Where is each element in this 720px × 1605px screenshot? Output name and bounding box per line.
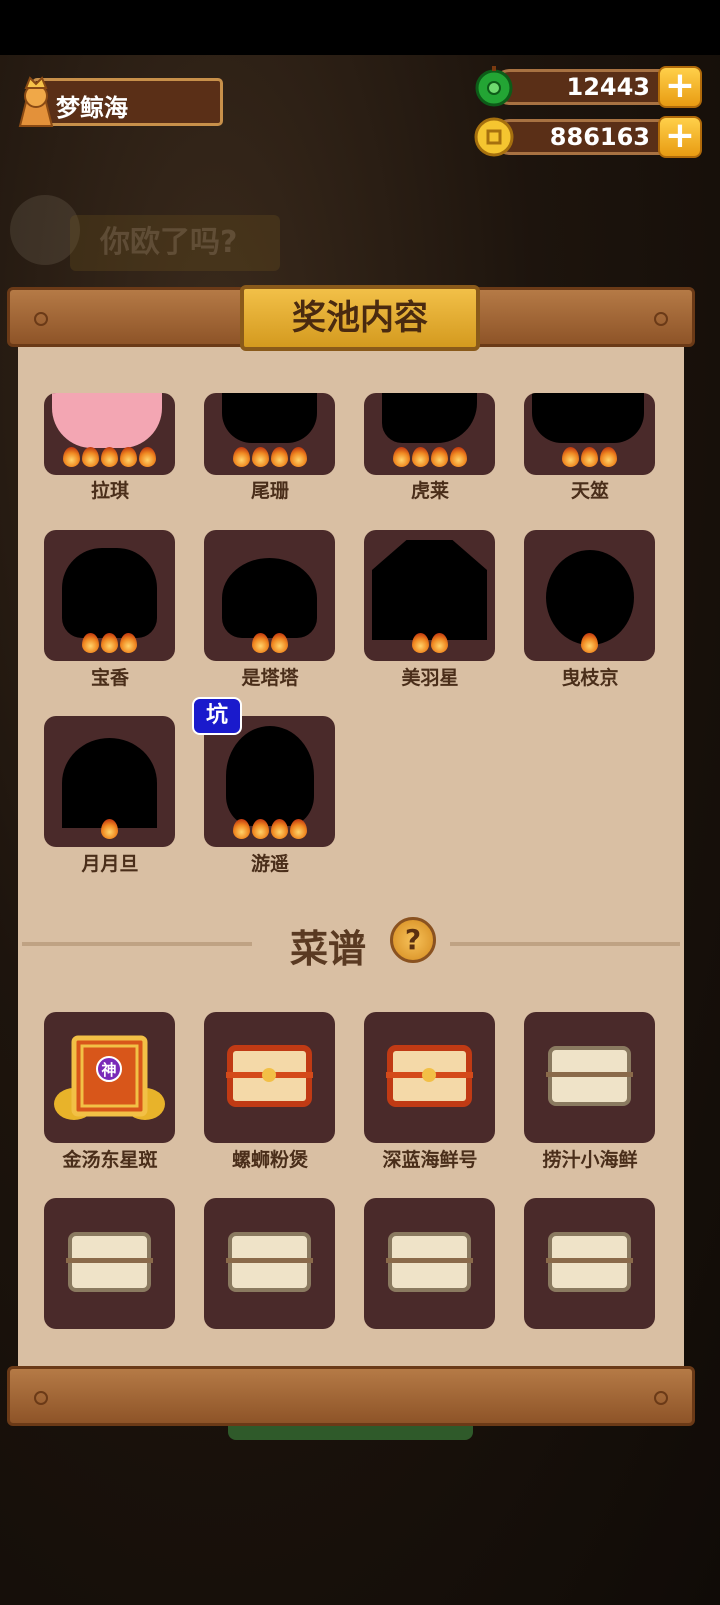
- recipe-name: 捞汁小海鲜: [542, 1149, 638, 1171]
- recipe-name: 金汤东星斑: [62, 1149, 158, 1171]
- character-name: 虎莱: [410, 480, 449, 502]
- coin-resource: 886163 +: [472, 116, 702, 158]
- divine-recipe-icon: 神: [54, 1035, 165, 1120]
- star-rating: [364, 447, 495, 471]
- character-name: 曳枝京: [561, 667, 619, 689]
- character-silhouette: [546, 550, 634, 645]
- plain-scroll-icon: [546, 1232, 633, 1292]
- character-card[interactable]: [364, 530, 495, 661]
- player-info[interactable]: 梦鲸海: [12, 76, 227, 130]
- star-rating: [524, 447, 655, 471]
- jade-amount: 12443: [566, 73, 651, 101]
- character-name: 是塔塔: [241, 667, 299, 689]
- character-silhouette: [62, 738, 157, 828]
- character-name: 游遥: [250, 853, 289, 875]
- recipe-card[interactable]: [524, 1012, 655, 1143]
- panel-bottom-frame: [7, 1366, 695, 1426]
- pit-tag: 坑: [192, 697, 242, 735]
- character-card[interactable]: [524, 530, 655, 661]
- nail-icon: [34, 312, 48, 326]
- red-scroll-icon: [226, 1045, 313, 1107]
- character-name: 宝香: [90, 667, 129, 689]
- nail-icon: [654, 312, 668, 326]
- jade-icon: [475, 66, 513, 107]
- plain-scroll-icon: [226, 1232, 313, 1292]
- prize-pool-panel[interactable]: 拉琪 尾珊 虎莱 天筮 宝香 是塔塔 美羽星 曳枝京 月月旦 游遥 坑 神 金汤…: [18, 345, 684, 1375]
- character-card[interactable]: [524, 393, 655, 475]
- character-silhouette: [372, 540, 487, 640]
- star-rating: [204, 819, 335, 843]
- section-divider-left: [22, 942, 252, 946]
- character-card[interactable]: [204, 530, 335, 661]
- character-card[interactable]: [44, 716, 175, 847]
- character-name: 美羽星: [401, 667, 459, 689]
- recipe-card[interactable]: [364, 1012, 495, 1143]
- recipes-title: 菜谱: [290, 927, 367, 971]
- character-silhouette: [222, 558, 317, 638]
- star-rating: [44, 633, 175, 657]
- star-rating: [204, 633, 335, 657]
- recipe-card[interactable]: [364, 1198, 495, 1329]
- recipe-card[interactable]: [44, 1198, 175, 1329]
- nail-icon: [654, 1391, 668, 1405]
- nail-icon: [34, 1391, 48, 1405]
- recipe-card[interactable]: [204, 1198, 335, 1329]
- plain-scroll-icon: [66, 1232, 153, 1292]
- star-rating: [204, 447, 335, 471]
- character-name: 尾珊: [250, 480, 289, 502]
- character-card[interactable]: [44, 393, 175, 475]
- star-rating: [524, 633, 655, 657]
- recipe-card[interactable]: [524, 1198, 655, 1329]
- recipe-card[interactable]: 神: [44, 1012, 175, 1143]
- divine-badge: 神: [101, 1061, 116, 1079]
- character-name: 月月旦: [81, 853, 139, 875]
- add-coin-button[interactable]: +: [658, 116, 702, 158]
- character-name: 拉琪: [90, 480, 129, 502]
- star-rating: [364, 633, 495, 657]
- character-name: 天筮: [570, 480, 609, 502]
- coin-amount: 886163: [549, 123, 650, 151]
- recipe-name: 螺蛳粉煲: [231, 1149, 308, 1171]
- character-silhouette: [226, 726, 314, 826]
- character-card[interactable]: [44, 530, 175, 661]
- recipe-card[interactable]: [204, 1012, 335, 1143]
- help-button[interactable]: ?: [390, 917, 436, 963]
- character-silhouette: [62, 548, 157, 638]
- player-name: 梦鲸海: [56, 94, 128, 122]
- red-scroll-icon: [386, 1045, 473, 1107]
- plain-scroll-icon: [386, 1232, 473, 1292]
- status-bar: [0, 0, 720, 55]
- jade-resource: 12443 +: [472, 66, 702, 108]
- character-portrait: [52, 393, 162, 448]
- section-divider-right: [450, 942, 680, 946]
- background-banner: 你欧了吗?: [70, 215, 280, 271]
- recipe-name: 深蓝海鲜号: [382, 1149, 478, 1171]
- character-silhouette: [532, 393, 644, 443]
- pool-title: 奖池内容: [240, 285, 480, 351]
- character-silhouette: [382, 393, 477, 443]
- character-card[interactable]: [204, 393, 335, 475]
- character-silhouette: [222, 393, 317, 443]
- chef-avatar-icon: [18, 76, 54, 127]
- coin-icon: [474, 117, 514, 157]
- character-card[interactable]: [204, 716, 335, 847]
- character-card[interactable]: [364, 393, 495, 475]
- add-jade-button[interactable]: +: [658, 66, 702, 108]
- star-rating: [44, 447, 175, 471]
- plain-scroll-icon: [546, 1046, 633, 1106]
- star-rating: [44, 819, 175, 843]
